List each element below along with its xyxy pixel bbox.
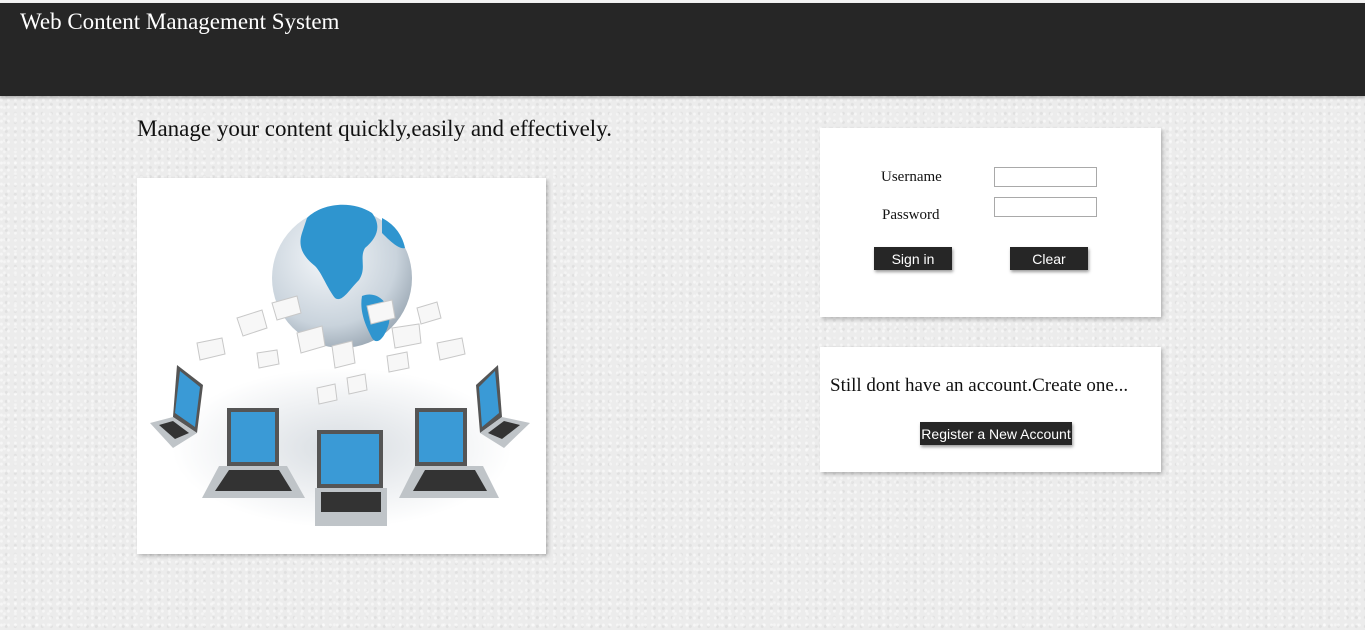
username-input[interactable]	[994, 167, 1097, 187]
sign-in-button[interactable]: Sign in	[874, 247, 952, 270]
tagline: Manage your content quickly,easily and e…	[137, 116, 612, 141]
globe-network-illustration	[137, 178, 546, 554]
register-panel: Still dont have an account.Create one...…	[820, 347, 1161, 472]
password-label: Password	[882, 207, 940, 223]
password-input[interactable]	[994, 197, 1097, 217]
register-button[interactable]: Register a New Account	[920, 422, 1072, 445]
register-prompt: Still dont have an account.Create one...	[830, 375, 1129, 396]
login-panel: Username Password Sign in Clear	[820, 128, 1161, 317]
hero-image	[137, 178, 546, 554]
laptop-icon	[315, 430, 387, 526]
clear-button[interactable]: Clear	[1010, 247, 1088, 270]
site-header: Web Content Management System	[0, 3, 1365, 96]
username-label: Username	[881, 169, 942, 185]
site-title: Web Content Management System	[20, 9, 340, 34]
